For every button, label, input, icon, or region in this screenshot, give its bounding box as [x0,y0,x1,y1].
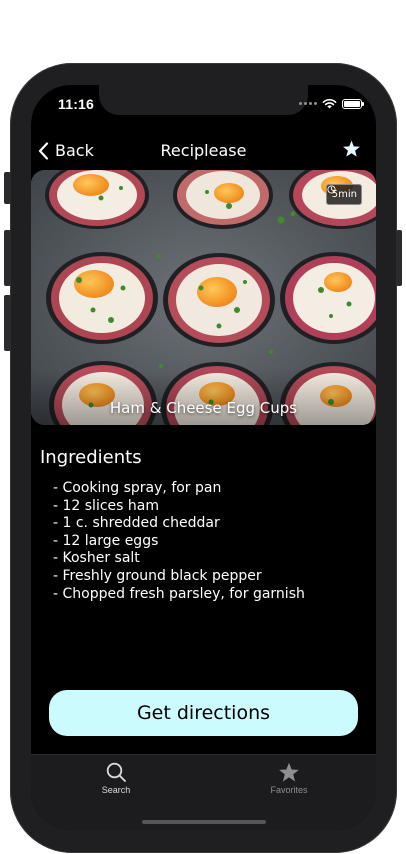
page-title: Reciplease [160,141,247,160]
tab-search[interactable]: Search [71,762,161,795]
tab-favorites[interactable]: Favorites [244,762,334,795]
status-icons [299,98,364,109]
egg-cups-photo [31,170,376,425]
ingredient-item: - Chopped fresh parsley, for garnish [53,585,305,602]
ingredients-list: - Cooking spray, for pan - 12 slices ham… [53,480,305,603]
ingredient-item: - 12 large eggs [53,532,159,549]
tab-favorites-label: Favorites [270,785,308,795]
tab-search-label: Search [101,785,131,795]
cellular-signal-icon [299,102,317,105]
get-directions-button[interactable]: Get directions [49,690,358,736]
favorite-button[interactable] [342,140,361,162]
recipe-image: 5min Ham & Cheese Egg Cups [31,170,376,425]
ingredient-item: - Cooking spray, for pan [53,480,222,496]
star-icon [343,140,360,157]
device-mute-switch [4,172,11,204]
ingredients-heading: Ingredients [40,447,142,468]
tab-bar: Search Favorites [31,754,376,830]
timer-icon [327,185,336,194]
navigation-bar: Back Reciplease [31,135,376,171]
search-icon [106,762,126,782]
recipe-title: Ham & Cheese Egg Cups [109,399,298,417]
home-indicator[interactable] [142,820,266,824]
ingredient-item: - 12 slices ham [53,497,159,514]
device-volume-up [4,230,11,286]
status-time: 11:16 [58,96,95,112]
app-screen: 11:16 Back Reciplease 5min Ham & Cheese … [31,85,376,830]
wifi-icon [322,98,337,109]
ingredient-item: - 1 c. shredded cheddar [53,515,220,532]
device-volume-down [4,295,11,351]
device-notch [99,85,308,115]
ingredient-item: - Freshly ground black pepper [53,567,262,584]
star-icon [279,762,299,782]
time-badge: 5min [325,184,362,205]
ingredient-item: - Kosher salt [53,550,140,567]
device-power-button [396,230,402,286]
favorite-star-shape [343,140,360,157]
battery-icon [342,98,364,109]
